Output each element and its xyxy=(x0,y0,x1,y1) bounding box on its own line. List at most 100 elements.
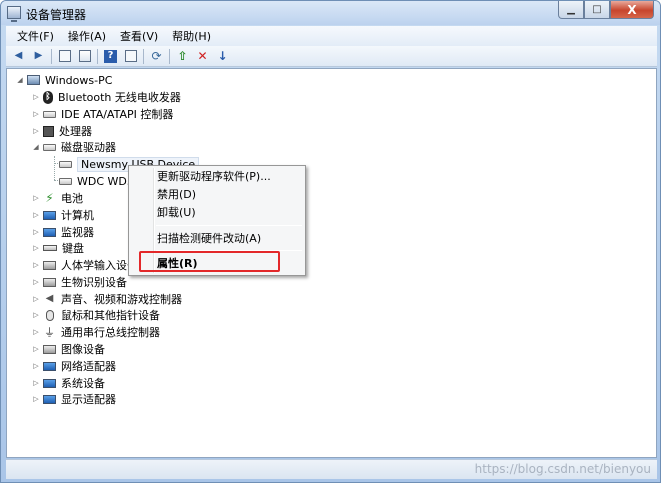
scan-hardware-icon: ⟳ xyxy=(151,49,162,63)
tree-item-label: 生物识别设备 xyxy=(61,276,127,289)
tree-item-label: 显示适配器 xyxy=(61,393,116,406)
expand-arrow-icon[interactable]: ▷ xyxy=(31,362,41,370)
tree-item-mouse[interactable]: ▷ 鼠标和其他指针设备 xyxy=(31,307,160,323)
menu-action[interactable]: 操作(A) xyxy=(61,26,113,46)
tree-item-processor[interactable]: ▷ 处理器 xyxy=(31,123,92,139)
hid-icon xyxy=(43,260,56,270)
disable-button[interactable]: ↓ xyxy=(214,48,231,64)
expand-arrow-icon[interactable]: ▷ xyxy=(31,278,41,286)
tree-item-imaging[interactable]: ▷ 图像设备 xyxy=(31,341,105,357)
status-bar: https://blog.csdn.net/bienyou xyxy=(6,459,657,479)
system-device-icon xyxy=(43,378,56,388)
tree-item-disk-drives[interactable]: ◢ 磁盘驱动器 xyxy=(31,139,116,155)
close-button[interactable]: X xyxy=(610,1,654,19)
tree-item-label: 磁盘驱动器 xyxy=(61,141,116,154)
menu-file[interactable]: 文件(F) xyxy=(10,26,61,46)
toolbar-separator xyxy=(97,48,98,64)
tree-item-label: 网络适配器 xyxy=(61,360,116,373)
tree-item-label: 鼠标和其他指针设备 xyxy=(61,309,160,322)
tree-item-usb[interactable]: ▷ ⏚ 通用串行总线控制器 xyxy=(31,324,160,340)
bluetooth-icon: ᛒ xyxy=(43,90,53,104)
menu-help[interactable]: 帮助(H) xyxy=(165,26,218,46)
menu-disable[interactable]: 禁用(D) xyxy=(157,185,196,203)
tree-item-battery[interactable]: ▷ ⚡ 电池 xyxy=(31,190,83,206)
tree-connector xyxy=(54,156,55,180)
back-button[interactable]: ◀ xyxy=(10,48,27,64)
expand-arrow-icon[interactable]: ▷ xyxy=(31,110,41,118)
tree-item-biometric[interactable]: ▷ 生物识别设备 xyxy=(31,274,127,290)
tree-root[interactable]: ◢ Windows-PC xyxy=(15,72,112,88)
caption-buttons: ▁ □ X xyxy=(558,1,654,20)
forward-button[interactable]: ▶ xyxy=(30,48,47,64)
device-tree[interactable]: ◢ Windows-PC ▷ ᛒ Bluetooth 无线电收发器 ▷ IDE … xyxy=(6,68,657,458)
processor-icon xyxy=(43,125,54,137)
help-button[interactable]: ? xyxy=(102,48,119,64)
title-bar[interactable]: 设备管理器 ▁ □ X xyxy=(1,1,660,25)
collapse-arrow-icon[interactable]: ◢ xyxy=(31,143,41,151)
expand-arrow-icon[interactable]: ▷ xyxy=(31,244,41,252)
tree-item-computer[interactable]: ▷ 计算机 xyxy=(31,207,94,223)
expand-arrow-icon[interactable]: ▷ xyxy=(31,328,41,336)
tree-item-label: 键盘 xyxy=(62,242,84,255)
display-adapter-icon xyxy=(43,394,56,404)
update-driver-button[interactable]: ⇧ xyxy=(174,48,191,64)
properties-button[interactable] xyxy=(76,48,93,64)
expand-arrow-icon[interactable]: ▷ xyxy=(31,211,41,219)
imaging-icon xyxy=(43,344,56,354)
maximize-button[interactable]: □ xyxy=(584,1,610,19)
expand-arrow-icon[interactable]: ▷ xyxy=(31,261,41,269)
scan-hardware-button[interactable]: ⟳ xyxy=(148,48,165,64)
watermark-text: https://blog.csdn.net/bienyou xyxy=(474,462,651,476)
tree-item-label: 声音、视频和游戏控制器 xyxy=(61,293,182,306)
computer-icon xyxy=(27,75,40,85)
uninstall-button[interactable]: ✕ xyxy=(194,48,211,64)
expand-arrow-icon[interactable]: ▷ xyxy=(31,93,41,101)
tree-item-keyboard[interactable]: ▷ 键盘 xyxy=(31,240,84,256)
monitor-icon xyxy=(43,227,56,237)
expand-arrow-icon[interactable]: ▷ xyxy=(31,395,41,403)
tree-item-label: 系统设备 xyxy=(61,377,105,390)
forward-arrow-icon: ▶ xyxy=(34,50,43,61)
expand-arrow-icon[interactable]: ▷ xyxy=(31,295,41,303)
expand-arrow-icon[interactable]: ▷ xyxy=(31,127,41,135)
sound-icon: ◀ xyxy=(45,293,54,304)
menu-scan-hardware[interactable]: 扫描检测硬件改动(A) xyxy=(157,229,261,247)
toolbar: ◀ ▶ ? ⟳ ⇧ ✕ ↓ xyxy=(6,46,657,67)
disk-drive-icon xyxy=(43,143,56,151)
expand-arrow-icon[interactable]: ▷ xyxy=(31,379,41,387)
tree-item-sound[interactable]: ▷ ◀ 声音、视频和游戏控制器 xyxy=(31,291,182,307)
tree-item-label: Bluetooth 无线电收发器 xyxy=(58,91,181,104)
ide-controller-icon xyxy=(43,110,56,118)
tree-item-display[interactable]: ▷ 显示适配器 xyxy=(31,391,116,407)
annotation-highlight xyxy=(139,251,280,272)
device-manager-window: 设备管理器 ▁ □ X 文件(F) 操作(A) 查看(V) 帮助(H) ◀ ▶ … xyxy=(0,0,661,483)
tree-item-network[interactable]: ▷ 网络适配器 xyxy=(31,358,116,374)
menu-update-driver[interactable]: 更新驱动程序软件(P)... xyxy=(157,167,271,185)
tree-item-system[interactable]: ▷ 系统设备 xyxy=(31,375,105,391)
keyboard-icon xyxy=(43,245,57,251)
back-arrow-icon: ◀ xyxy=(14,50,23,61)
tree-item-label: 监视器 xyxy=(61,226,94,239)
tree-item-bluetooth[interactable]: ▷ ᛒ Bluetooth 无线电收发器 xyxy=(31,89,181,105)
computer-category-icon xyxy=(43,210,56,220)
menu-separator xyxy=(156,225,302,226)
action-pane-button[interactable] xyxy=(122,48,139,64)
collapse-arrow-icon[interactable]: ◢ xyxy=(15,76,25,84)
tree-item-hid[interactable]: ▷ 人体学输入设备 xyxy=(31,257,138,273)
expand-arrow-icon[interactable]: ▷ xyxy=(31,345,41,353)
update-driver-icon: ⇧ xyxy=(177,49,188,63)
tree-item-ide[interactable]: ▷ IDE ATA/ATAPI 控制器 xyxy=(31,106,173,122)
disk-icon xyxy=(59,177,72,185)
minimize-button[interactable]: ▁ xyxy=(558,1,584,19)
disable-icon: ↓ xyxy=(217,49,228,63)
expand-arrow-icon[interactable]: ▷ xyxy=(31,311,41,319)
expand-arrow-icon[interactable]: ▷ xyxy=(31,194,41,202)
menu-uninstall[interactable]: 卸载(U) xyxy=(157,203,196,221)
battery-icon: ⚡ xyxy=(45,191,54,205)
show-hide-tree-button[interactable] xyxy=(56,48,73,64)
tree-item-label: 处理器 xyxy=(59,125,92,138)
tree-item-monitor[interactable]: ▷ 监视器 xyxy=(31,224,94,240)
device-manager-icon xyxy=(7,6,21,22)
menu-view[interactable]: 查看(V) xyxy=(113,26,165,46)
expand-arrow-icon[interactable]: ▷ xyxy=(31,228,41,236)
